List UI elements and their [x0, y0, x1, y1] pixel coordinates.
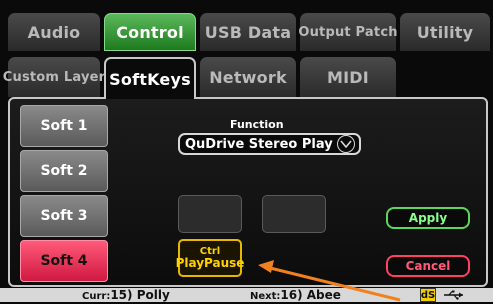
tab-midi[interactable]: MIDI [300, 57, 396, 97]
param-slot-1[interactable] [178, 195, 242, 233]
soft-key-3-button[interactable]: Soft 3 [20, 195, 108, 237]
tab-utility[interactable]: Utility [400, 13, 490, 51]
apply-button[interactable]: Apply [386, 207, 470, 229]
ds-logo-icon: dS [420, 288, 436, 302]
function-value: QuDrive Stereo Play [185, 136, 333, 152]
soft-key-4-button[interactable]: Soft 4 [20, 240, 108, 282]
assignment-line2: PlayPause [175, 255, 245, 270]
next-scene-value: 16) Abee [280, 288, 341, 302]
status-bar: Curr:15) Polly Next:16) Abee dS [0, 288, 493, 302]
current-scene-prefix: Curr: [82, 291, 111, 302]
tab-output-patch[interactable]: Output Patch [298, 13, 397, 51]
tab-usb-data[interactable]: USB Data [200, 13, 296, 51]
next-scene-prefix: Next: [250, 291, 281, 302]
tab-custom-layer[interactable]: Custom Layer [3, 57, 105, 97]
tab-network[interactable]: Network [200, 57, 296, 97]
cancel-button[interactable]: Cancel [386, 255, 470, 277]
current-scene-value: 15) Polly [110, 288, 170, 302]
soft-key-1-button[interactable]: Soft 1 [20, 105, 108, 147]
tab-audio[interactable]: Audio [8, 13, 100, 51]
chevron-down-icon[interactable] [336, 135, 355, 153]
function-label: Function [230, 118, 284, 131]
function-dropdown[interactable]: QuDrive Stereo Play [178, 133, 361, 155]
tab-control[interactable]: Control [104, 13, 196, 51]
usb-icon [444, 290, 463, 300]
assignment-playpause[interactable]: Ctrl PlayPause [175, 239, 245, 277]
tab-softkeys[interactable]: SoftKeys [104, 57, 196, 99]
soft-key-2-button[interactable]: Soft 2 [20, 150, 108, 192]
param-slot-2[interactable] [262, 195, 326, 233]
